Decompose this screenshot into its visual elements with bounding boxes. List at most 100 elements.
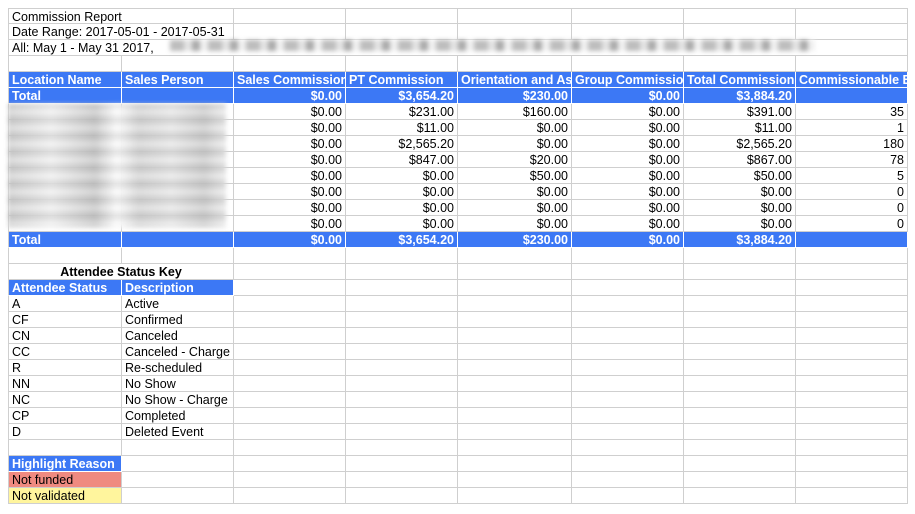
table-cell[interactable]: $20.00	[458, 152, 572, 168]
grid-cell[interactable]	[796, 456, 908, 472]
status-code[interactable]: CF	[8, 312, 122, 328]
grid-cell[interactable]	[458, 264, 572, 280]
highlight-reason[interactable]: Not funded	[8, 472, 122, 488]
status-key-header[interactable]: Attendee Status	[8, 280, 122, 296]
table-cell[interactable]: $11.00	[684, 120, 796, 136]
table-cell[interactable]: $0.00	[346, 184, 458, 200]
grid-cell[interactable]	[572, 392, 684, 408]
grid-cell[interactable]	[458, 360, 572, 376]
grid-cell[interactable]	[234, 296, 346, 312]
grid-cell[interactable]	[684, 8, 796, 24]
grid-cell[interactable]	[572, 328, 684, 344]
grid-cell[interactable]	[796, 280, 908, 296]
status-code[interactable]: CP	[8, 408, 122, 424]
status-code[interactable]: R	[8, 360, 122, 376]
grid-cell[interactable]	[796, 328, 908, 344]
grid-cell[interactable]	[572, 472, 684, 488]
table-cell[interactable]: $0.00	[346, 216, 458, 232]
table-cell[interactable]: $391.00	[684, 104, 796, 120]
grid-cell[interactable]	[684, 488, 796, 504]
grid-cell[interactable]	[458, 408, 572, 424]
grid-cell[interactable]	[572, 376, 684, 392]
column-header[interactable]: Orientation and As	[458, 72, 572, 88]
column-header[interactable]: Group Commissio	[572, 72, 684, 88]
total-cell[interactable]	[122, 88, 234, 104]
grid-cell[interactable]	[796, 392, 908, 408]
grid-cell[interactable]	[458, 344, 572, 360]
status-code[interactable]: CN	[8, 328, 122, 344]
highlight-reason-header[interactable]: Highlight Reason	[8, 456, 122, 472]
grid-cell[interactable]	[8, 56, 122, 72]
grid-cell[interactable]	[684, 280, 796, 296]
grid-cell[interactable]	[458, 248, 572, 264]
grid-cell[interactable]	[346, 8, 458, 24]
status-code[interactable]: NN	[8, 376, 122, 392]
column-header[interactable]: Total Commission	[684, 72, 796, 88]
grid-cell[interactable]	[234, 312, 346, 328]
grid-cell[interactable]	[346, 328, 458, 344]
table-cell[interactable]: $0.00	[458, 200, 572, 216]
grid-cell[interactable]	[572, 8, 684, 24]
column-header[interactable]: PT Commission	[346, 72, 458, 88]
total-cell[interactable]	[796, 88, 908, 104]
status-key-title[interactable]: Attendee Status Key	[8, 264, 234, 280]
grid-cell[interactable]	[346, 440, 458, 456]
grid-cell[interactable]	[234, 8, 346, 24]
grid-cell[interactable]	[572, 312, 684, 328]
grid-cell[interactable]	[796, 312, 908, 328]
grid-cell[interactable]	[458, 312, 572, 328]
grid-cell[interactable]	[458, 456, 572, 472]
grid-cell[interactable]	[684, 376, 796, 392]
grid-cell[interactable]	[458, 488, 572, 504]
total-cell[interactable]: $230.00	[458, 88, 572, 104]
grid-cell[interactable]	[796, 360, 908, 376]
table-cell[interactable]: $847.00	[346, 152, 458, 168]
table-cell[interactable]: 0	[796, 184, 908, 200]
total-cell[interactable]: $0.00	[572, 88, 684, 104]
status-description[interactable]: No Show	[122, 376, 234, 392]
grid-cell[interactable]	[234, 248, 346, 264]
grid-cell[interactable]	[796, 424, 908, 440]
grid-cell[interactable]	[346, 24, 458, 40]
report-title[interactable]: Commission Report	[8, 8, 234, 24]
grid-cell[interactable]	[458, 440, 572, 456]
table-cell[interactable]: $50.00	[684, 168, 796, 184]
table-cell[interactable]: $0.00	[684, 200, 796, 216]
grid-cell[interactable]	[572, 56, 684, 72]
grid-cell[interactable]	[458, 8, 572, 24]
grid-cell[interactable]	[346, 312, 458, 328]
status-description[interactable]: No Show - Charge	[122, 392, 234, 408]
table-cell[interactable]: $0.00	[234, 200, 346, 216]
grid-cell[interactable]	[796, 472, 908, 488]
grid-cell[interactable]	[8, 440, 122, 456]
grid-cell[interactable]	[796, 408, 908, 424]
highlight-reason[interactable]: Not validated	[8, 488, 122, 504]
grid-cell[interactable]	[234, 488, 346, 504]
status-description[interactable]: Deleted Event	[122, 424, 234, 440]
grid-cell[interactable]	[122, 440, 234, 456]
grid-cell[interactable]	[346, 360, 458, 376]
grid-cell[interactable]	[458, 392, 572, 408]
status-description[interactable]: Confirmed	[122, 312, 234, 328]
grid-cell[interactable]	[234, 328, 346, 344]
table-cell[interactable]: $0.00	[234, 120, 346, 136]
grid-cell[interactable]	[458, 280, 572, 296]
grid-cell[interactable]	[796, 376, 908, 392]
table-cell[interactable]: $2,565.20	[346, 136, 458, 152]
status-code[interactable]: A	[8, 296, 122, 312]
table-cell[interactable]: $0.00	[346, 200, 458, 216]
grid-cell[interactable]	[346, 424, 458, 440]
grid-cell[interactable]	[684, 248, 796, 264]
table-cell[interactable]: $0.00	[684, 216, 796, 232]
grid-cell[interactable]	[458, 296, 572, 312]
grid-cell[interactable]	[234, 264, 346, 280]
table-cell[interactable]: $50.00	[458, 168, 572, 184]
grid-cell[interactable]	[122, 248, 234, 264]
grid-cell[interactable]	[346, 280, 458, 296]
grid-cell[interactable]	[572, 296, 684, 312]
grid-cell[interactable]	[796, 24, 908, 40]
grid-cell[interactable]	[346, 408, 458, 424]
grid-cell[interactable]	[346, 56, 458, 72]
grid-cell[interactable]	[572, 488, 684, 504]
grid-cell[interactable]	[796, 264, 908, 280]
